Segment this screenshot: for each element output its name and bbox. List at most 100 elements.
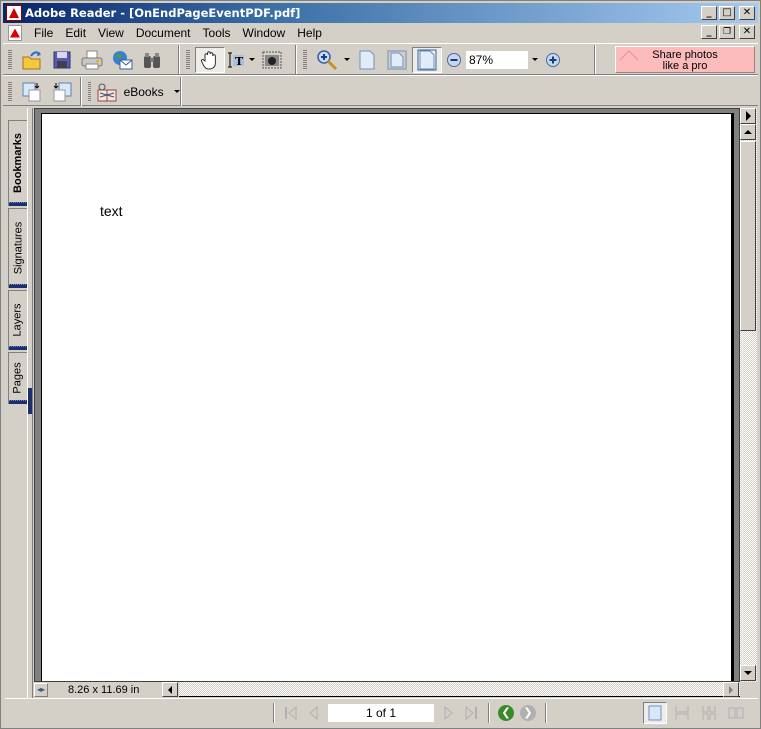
facing-button[interactable] [724, 702, 748, 724]
title-bar: Adobe Reader - [OnEndPageEventPDF.pdf] _… [3, 3, 758, 23]
ebooks-icon [97, 83, 117, 101]
next-page-icon [444, 706, 453, 720]
fit-page-button[interactable] [382, 47, 412, 73]
ebooks-label: eBooks [123, 84, 164, 99]
go-forward-icon: ❯ [520, 705, 536, 721]
continuous-facing-icon [702, 706, 716, 720]
zoom-level-dropdown[interactable] [530, 47, 540, 73]
doc-close-button[interactable]: ✕ [739, 25, 755, 39]
continuous-button[interactable] [670, 702, 694, 724]
minimize-icon: _ [706, 7, 712, 18]
search-button[interactable] [137, 47, 167, 73]
fit-page-icon [387, 50, 407, 69]
adobe-reader-icon [6, 5, 22, 21]
expand-right-icon [745, 111, 751, 121]
menu-file[interactable]: File [28, 26, 59, 40]
hand-tool-button[interactable] [195, 46, 225, 73]
scroll-left-button[interactable] [162, 682, 178, 697]
rotate-clockwise-icon [22, 82, 41, 101]
split-handle-icon[interactable]: ◂▸ [34, 682, 48, 697]
zoom-level-input[interactable] [466, 50, 528, 69]
splitter-grip[interactable] [28, 388, 32, 414]
tab-signatures[interactable]: Signatures [8, 208, 28, 288]
tab-bookmarks[interactable]: Bookmarks [8, 120, 28, 206]
zoom-in-tool-button[interactable] [312, 47, 342, 73]
tab-layers[interactable]: Layers [8, 290, 28, 350]
facing-icon [728, 707, 744, 719]
restore-icon: ❐ [722, 27, 732, 37]
actual-size-icon [359, 50, 375, 69]
tab-signatures-label: Signatures [12, 221, 24, 275]
rotate-clockwise-button[interactable] [17, 79, 47, 105]
email-icon [113, 50, 133, 69]
last-page-button[interactable] [460, 702, 482, 724]
select-text-button[interactable]: T [225, 47, 247, 73]
page-size-area: ◂▸ 8.26 x 11.69 in [34, 682, 179, 697]
open-button[interactable] [17, 47, 47, 73]
next-page-button[interactable] [438, 702, 460, 724]
scroll-down-button[interactable] [740, 665, 756, 681]
vertical-scrollbar[interactable] [740, 108, 757, 682]
previous-page-button[interactable] [302, 702, 324, 724]
toolbar-grip[interactable] [88, 81, 91, 102]
doc-restore-button[interactable]: ❐ [719, 25, 735, 39]
actual-size-button[interactable] [352, 47, 382, 73]
toolbar-grip[interactable] [8, 81, 12, 102]
menu-tools[interactable]: Tools [197, 26, 237, 40]
page-number-input[interactable]: 1 of 1 [328, 704, 434, 722]
select-text-icon: T [228, 52, 244, 68]
toolbar-grip[interactable] [8, 49, 12, 70]
save-button[interactable] [47, 47, 77, 73]
email-button[interactable] [107, 47, 137, 73]
menu-document[interactable]: Document [130, 26, 197, 40]
vertical-scroll-thumb[interactable] [740, 141, 756, 331]
document-icon[interactable] [8, 24, 22, 41]
scroll-up-button[interactable] [740, 124, 756, 140]
zoom-toolbar [298, 45, 595, 74]
continuous-facing-button[interactable] [697, 702, 721, 724]
scroll-right-icon [729, 685, 733, 694]
toolbar-row-2: eBooks [3, 75, 758, 106]
basic-tools-toolbar: T [181, 45, 296, 74]
rotate-counterclockwise-button[interactable] [47, 79, 77, 105]
page-navigation: 1 of 1 ❮ ❯ [267, 702, 552, 724]
open-icon [22, 50, 41, 69]
scroll-down-icon [744, 671, 752, 675]
scroll-right-button[interactable] [723, 682, 739, 697]
go-back-button[interactable]: ❮ [495, 702, 517, 724]
fit-width-button[interactable] [412, 46, 442, 73]
menu-help[interactable]: Help [291, 26, 328, 40]
menu-edit[interactable]: Edit [59, 26, 92, 40]
page-rotate-toolbar [3, 77, 81, 106]
horizontal-scrollbar[interactable]: ◂▸ 8.26 x 11.69 in [34, 682, 740, 697]
zoom-tool-dropdown[interactable] [342, 47, 352, 73]
hand-tool-icon [200, 50, 216, 69]
doc-minimize-button[interactable]: _ [701, 25, 717, 39]
snapshot-button[interactable] [257, 47, 287, 73]
expand-pane-button[interactable] [740, 108, 756, 124]
document-viewport[interactable]: text [34, 108, 740, 682]
ebooks-button[interactable]: eBooks [96, 82, 168, 102]
toolbar-grip[interactable] [303, 49, 307, 70]
close-button[interactable]: ✕ [739, 6, 755, 20]
rotate-counterclockwise-icon [53, 82, 72, 101]
minimize-icon: _ [706, 26, 712, 37]
select-text-dropdown[interactable] [247, 47, 257, 73]
first-page-button[interactable] [280, 702, 302, 724]
go-forward-button[interactable]: ❯ [517, 702, 539, 724]
print-icon [81, 50, 103, 69]
zoom-out-button[interactable] [442, 47, 466, 73]
ebooks-dropdown[interactable] [174, 79, 180, 105]
tab-pages[interactable]: Pages [8, 352, 28, 404]
share-photos-button[interactable]: Share photos like a pro [615, 46, 755, 73]
menu-view[interactable]: View [92, 26, 130, 40]
single-page-button[interactable] [643, 702, 667, 724]
status-bar: 1 of 1 ❮ ❯ [5, 698, 758, 726]
maximize-button[interactable]: □ [719, 6, 735, 20]
minimize-button[interactable]: _ [701, 6, 717, 20]
zoom-in-button[interactable] [540, 47, 566, 73]
menu-window[interactable]: Window [237, 26, 292, 40]
snapshot-icon [262, 51, 282, 68]
print-button[interactable] [77, 47, 107, 73]
toolbar-grip[interactable] [186, 49, 190, 70]
